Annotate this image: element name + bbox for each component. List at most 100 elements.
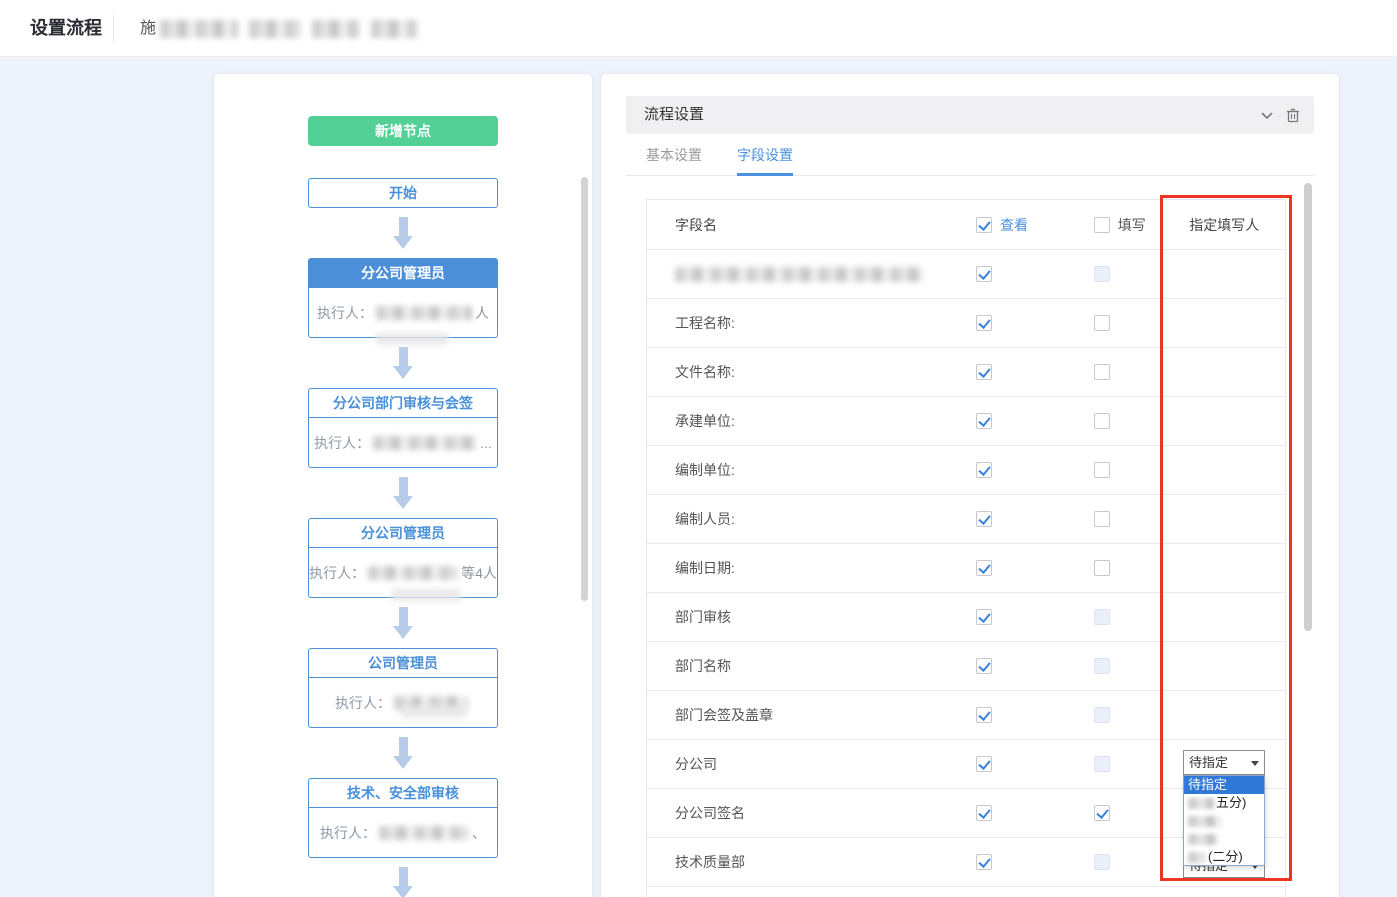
workflow-column: 新增节点 开始 分公司管理员执行人：人分公司部门审核与会签执行人：...分公司管…: [308, 116, 498, 897]
blurred-artifact: [376, 333, 448, 345]
field-name: 部门会签及盖章: [647, 691, 936, 739]
view-cell: [936, 495, 1054, 543]
flow-panel-scrollbar[interactable]: [581, 177, 588, 601]
node-title: 分公司管理员: [309, 519, 497, 548]
settings-tabs: 基本设置 字段设置: [626, 134, 1314, 176]
fill-checkbox[interactable]: [1094, 364, 1110, 380]
view-cell: [936, 446, 1054, 494]
select-caret-icon: [1251, 761, 1259, 766]
column-header-assign: 指定填写人: [1163, 200, 1285, 249]
table-row: 编制单位:: [647, 446, 1285, 495]
executor-suffix: 、: [472, 823, 486, 843]
fill-checkbox[interactable]: [1094, 462, 1110, 478]
column-header-fill: 填写: [1054, 200, 1164, 249]
view-checkbox[interactable]: [976, 707, 992, 723]
executor-suffix: ...: [480, 435, 492, 451]
dropdown-option[interactable]: [1184, 830, 1264, 848]
field-name: 技术质量部: [647, 838, 936, 886]
workflow-node[interactable]: 技术、安全部审核执行人：、: [308, 778, 498, 858]
view-checkbox[interactable]: [976, 609, 992, 625]
table-row: 工程名称:: [647, 299, 1285, 348]
view-cell: [936, 250, 1054, 298]
trash-icon[interactable]: [1284, 106, 1302, 124]
assign-cell: [1163, 495, 1285, 543]
start-node[interactable]: 开始: [308, 178, 498, 208]
node-executor: 执行人：...: [309, 418, 497, 467]
arrow-down-icon: [308, 728, 498, 778]
view-checkbox[interactable]: [976, 364, 992, 380]
dropdown-option[interactable]: (二分): [1184, 848, 1264, 866]
workflow-node[interactable]: 分公司管理员执行人：人: [308, 258, 498, 338]
arrow-down-icon: [308, 468, 498, 518]
field-table-header: 字段名 查看 填写 指定填写人: [647, 200, 1285, 250]
settings-panel-scrollbar[interactable]: [1304, 183, 1312, 631]
fill-cell: [1054, 789, 1164, 837]
view-all-checkbox[interactable]: [976, 217, 992, 233]
fill-checkbox[interactable]: [1094, 413, 1110, 429]
view-checkbox[interactable]: [976, 560, 992, 576]
tab-field-settings[interactable]: 字段设置: [737, 134, 793, 175]
chevron-down-icon[interactable]: [1258, 106, 1276, 124]
blurred-text: [1188, 816, 1222, 827]
dropdown-option[interactable]: 五分): [1184, 794, 1264, 812]
view-checkbox[interactable]: [976, 462, 992, 478]
workflow-node[interactable]: 分公司部门审核与会签执行人：...: [308, 388, 498, 468]
fill-cell: [1054, 691, 1164, 739]
assign-cell: [1163, 348, 1285, 396]
table-row: 文件名称:: [647, 348, 1285, 397]
executor-suffix: 人: [475, 303, 489, 323]
workflow-name: 施: [140, 0, 428, 57]
view-cell: [936, 397, 1054, 445]
view-cell: [936, 642, 1054, 690]
fill-all-checkbox[interactable]: [1094, 217, 1110, 233]
blurred-text: [368, 566, 458, 580]
panel-title: 流程设置: [626, 96, 1314, 134]
field-name: 编制日期:: [647, 544, 936, 592]
blurred-text: [312, 20, 360, 38]
blurred-artifact: [391, 589, 461, 601]
panel-header: 流程设置: [626, 96, 1314, 134]
header-divider: [113, 15, 114, 42]
fill-label: 填写: [1118, 215, 1146, 235]
table-row: 部门名称: [647, 642, 1285, 691]
view-checkbox[interactable]: [976, 756, 992, 772]
view-cell: [936, 789, 1054, 837]
fill-cell: [1054, 348, 1164, 396]
view-checkbox[interactable]: [976, 315, 992, 331]
fill-checkbox[interactable]: [1094, 315, 1110, 331]
field-name: 分公司: [647, 740, 936, 788]
fill-cell: [1054, 299, 1164, 347]
view-checkbox[interactable]: [976, 805, 992, 821]
fill-checkbox[interactable]: [1094, 805, 1110, 821]
table-row: 承建单位:: [647, 397, 1285, 446]
dropdown-option[interactable]: [1184, 812, 1264, 830]
blurred-text: [379, 826, 469, 840]
node-title: 分公司部门审核与会签: [309, 389, 497, 418]
tab-basic-settings[interactable]: 基本设置: [646, 134, 702, 175]
node-title: 公司管理员: [309, 649, 497, 678]
field-name: 文件名称:: [647, 348, 936, 396]
node-executor: 执行人：人: [309, 288, 497, 337]
fill-cell: [1054, 838, 1164, 886]
workflow-name-prefix: 施: [140, 20, 156, 37]
view-checkbox[interactable]: [976, 266, 992, 282]
arrow-down-icon: [308, 858, 498, 897]
fill-checkbox[interactable]: [1094, 560, 1110, 576]
field-name: 部门审核: [647, 593, 936, 641]
fill-cell: [1054, 446, 1164, 494]
table-row: 编制人员:: [647, 495, 1285, 544]
view-checkbox[interactable]: [976, 658, 992, 674]
dropdown-option[interactable]: 待指定: [1184, 776, 1264, 794]
view-checkbox[interactable]: [976, 413, 992, 429]
view-cell: [936, 691, 1054, 739]
table-row: [647, 250, 1285, 299]
fill-checkbox[interactable]: [1094, 511, 1110, 527]
view-link[interactable]: 查看: [1000, 215, 1028, 235]
view-cell: [936, 348, 1054, 396]
view-checkbox[interactable]: [976, 854, 992, 870]
add-node-button[interactable]: 新增节点: [308, 116, 498, 146]
view-checkbox[interactable]: [976, 511, 992, 527]
blurred-text: [373, 436, 477, 450]
assign-writer-select[interactable]: 待指定: [1183, 750, 1265, 775]
workflow-node[interactable]: 分公司管理员执行人：等4人: [308, 518, 498, 598]
